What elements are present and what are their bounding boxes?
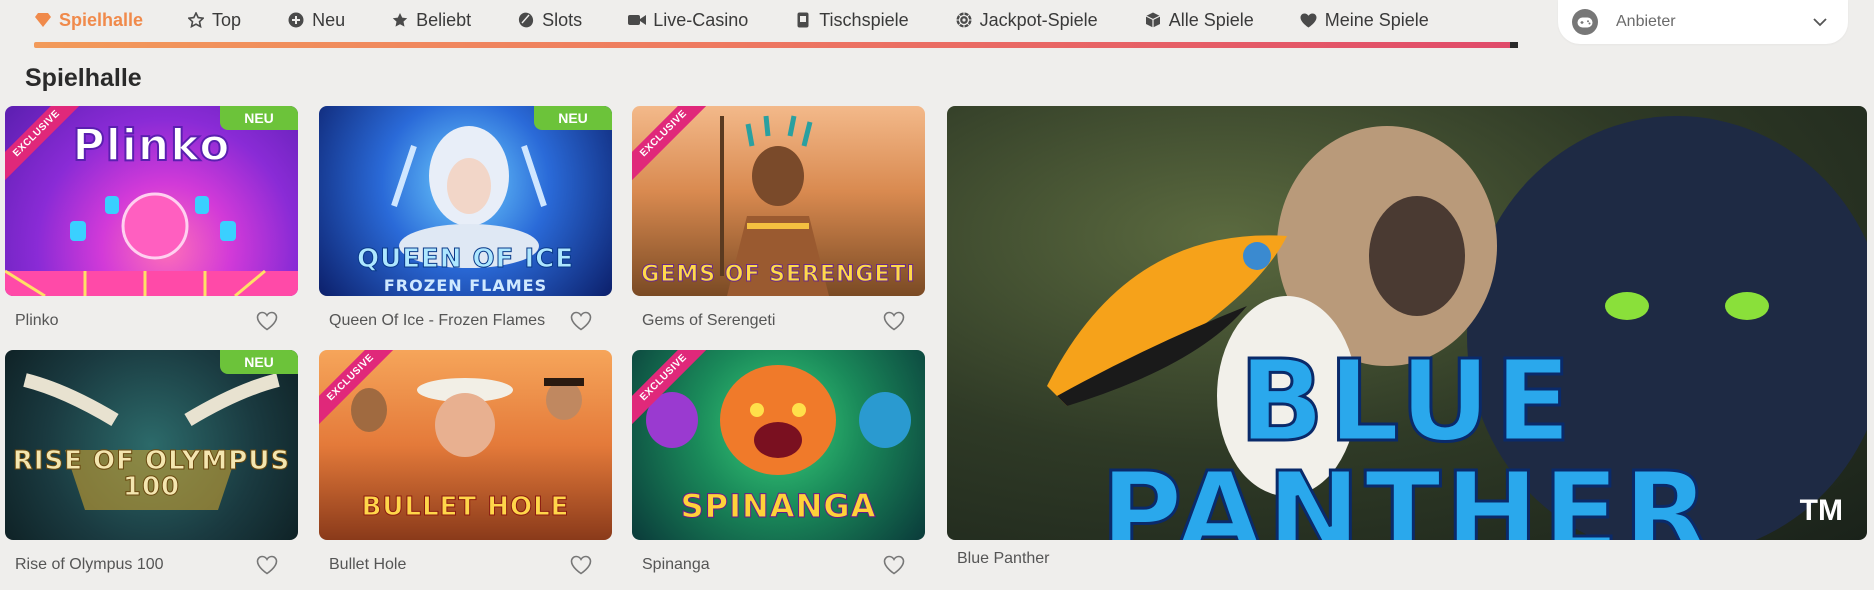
game-card-queen-of-ice: QUEEN OF ICE FROZEN FLAMES NEU Queen Of … xyxy=(319,106,612,346)
game-name: Queen Of Ice - Frozen Flames xyxy=(329,312,546,329)
game-card-spinanga: SPINANGA EXCLUSIVE Spinanga xyxy=(632,350,925,590)
game-thumbnail[interactable]: SPINANGA EXCLUSIVE xyxy=(632,350,925,540)
game-thumbnail[interactable]: RISE OF OLYMPUS 100 NEU xyxy=(5,350,298,540)
star-icon xyxy=(391,11,409,29)
card-meta: Rise of Olympus 100 xyxy=(5,540,298,590)
game-art-title: GEMS OF SERENGETI xyxy=(641,262,916,287)
nav-label: Beliebt xyxy=(416,9,472,30)
star-outline-icon xyxy=(187,11,205,29)
favorite-heart-icon[interactable] xyxy=(883,555,905,575)
favorite-heart-icon[interactable] xyxy=(256,311,278,331)
featured-art-title: BLUE PANTHER xyxy=(1099,337,1714,541)
nav-item-live-casino[interactable]: Live-Casino xyxy=(628,0,748,40)
nav-label: Spielhalle xyxy=(59,9,144,30)
nav-item-jackpot-spiele[interactable]: Jackpot-Spiele xyxy=(955,0,1098,40)
nav-active-underline xyxy=(34,42,1518,48)
new-badge: NEU xyxy=(220,106,298,130)
nav-item-slots[interactable]: Slots xyxy=(517,0,582,40)
nav-item-tischspiele[interactable]: Tischspiele xyxy=(794,0,909,40)
chevron-down-icon xyxy=(1812,14,1828,30)
favorite-heart-icon[interactable] xyxy=(256,555,278,575)
nav-item-spielhalle[interactable]: Spielhalle xyxy=(34,0,143,40)
provider-label: Anbieter xyxy=(1616,13,1676,30)
nav-item-alle-spiele[interactable]: Alle Spiele xyxy=(1144,0,1254,40)
chip-icon xyxy=(517,11,535,29)
game-thumbnail[interactable]: GEMS OF SERENGETI EXCLUSIVE xyxy=(632,106,925,296)
card-meta: Gems of Serengeti xyxy=(632,296,925,346)
game-name: Gems of Serengeti xyxy=(642,312,776,329)
nav-item-top[interactable]: Top xyxy=(187,0,241,40)
category-nav: Spielhalle Top Neu Beliebt Slots Live-Ca… xyxy=(34,0,1429,40)
card-meta: Plinko xyxy=(5,296,298,346)
game-thumbnail[interactable]: QUEEN OF ICE FROZEN FLAMES NEU xyxy=(319,106,612,296)
rise-of-olympus-artwork xyxy=(23,373,280,510)
favorite-heart-icon[interactable] xyxy=(883,311,905,331)
gamepad-icon xyxy=(1572,9,1598,35)
card-meta: Queen Of Ice - Frozen Flames xyxy=(319,296,612,346)
top-navigation: Spielhalle Top Neu Beliebt Slots Live-Ca… xyxy=(0,0,1874,50)
game-card-plinko: Plinko EXCLUSIVE NEU Plinko xyxy=(5,106,298,346)
nav-label: Jackpot-Spiele xyxy=(979,9,1098,30)
nav-label: Alle Spiele xyxy=(1168,9,1254,30)
featured-game-blue-panther[interactable]: BLUE PANTHER TM xyxy=(947,106,1867,540)
game-thumbnail[interactable]: BULLET HOLE EXCLUSIVE xyxy=(319,350,612,540)
nav-item-neu[interactable]: Neu xyxy=(287,0,345,40)
video-camera-icon xyxy=(628,11,647,29)
card-icon xyxy=(794,11,812,29)
plus-circle-icon xyxy=(287,11,305,29)
favorite-heart-icon[interactable] xyxy=(570,311,592,331)
game-art-subtitle: FROZEN FLAMES xyxy=(383,276,548,295)
game-name: Rise of Olympus 100 xyxy=(15,556,164,573)
game-art-title: RISE OF OLYMPUS 100 xyxy=(12,446,291,502)
game-name: Plinko xyxy=(15,312,59,329)
nav-label: Live-Casino xyxy=(653,9,749,30)
nav-label: Meine Spiele xyxy=(1324,9,1429,30)
gem-icon xyxy=(34,11,52,29)
game-card-bullet-hole: BULLET HOLE EXCLUSIVE Bullet Hole xyxy=(319,350,612,590)
nav-label: Tischspiele xyxy=(819,9,909,30)
game-card-gems-of-serengeti: GEMS OF SERENGETI EXCLUSIVE Gems of Sere… xyxy=(632,106,925,346)
card-meta: Spinanga xyxy=(632,540,925,590)
new-badge: NEU xyxy=(534,106,612,130)
game-thumbnail[interactable]: Plinko EXCLUSIVE NEU xyxy=(5,106,298,296)
game-name: Bullet Hole xyxy=(329,556,407,573)
game-art-title: SPINANGA xyxy=(680,487,877,525)
nav-label: Slots xyxy=(542,9,583,30)
favorite-heart-icon[interactable] xyxy=(570,555,592,575)
cube-icon xyxy=(1144,11,1162,29)
nav-label: Top xyxy=(212,9,242,30)
roulette-icon xyxy=(955,11,973,29)
game-card-rise-of-olympus-100: RISE OF OLYMPUS 100 NEU Rise of Olympus … xyxy=(5,350,298,590)
nav-item-beliebt[interactable]: Beliebt xyxy=(391,0,471,40)
page-title: Spielhalle xyxy=(25,64,142,92)
heart-icon xyxy=(1300,11,1318,29)
game-art-title: BULLET HOLE xyxy=(361,492,570,522)
new-badge: NEU xyxy=(220,350,298,374)
trademark-mark: TM xyxy=(1799,494,1843,527)
card-meta: Bullet Hole xyxy=(319,540,612,590)
nav-label: Neu xyxy=(312,9,346,30)
featured-game-name: Blue Panther xyxy=(957,550,1050,567)
nav-item-meine-spiele[interactable]: Meine Spiele xyxy=(1300,0,1429,40)
game-art-title: QUEEN OF ICE xyxy=(357,244,574,274)
provider-dropdown[interactable]: Anbieter xyxy=(1558,0,1848,44)
game-name: Spinanga xyxy=(642,556,710,573)
